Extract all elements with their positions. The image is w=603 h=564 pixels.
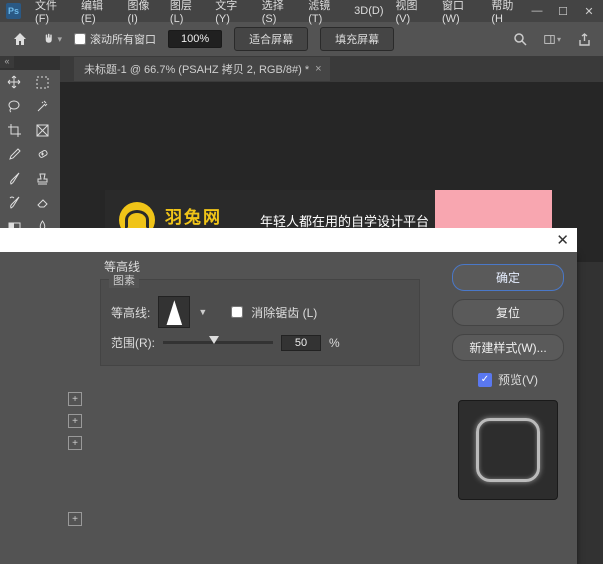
plus-icon[interactable]: +	[68, 414, 82, 428]
contour-thumbnail	[161, 299, 187, 325]
window-controls: — ☐ ✕	[529, 4, 597, 18]
stamp-tool-icon[interactable]	[28, 166, 56, 190]
plus-icon[interactable]: +	[68, 436, 82, 450]
eyedropper-tool-icon[interactable]	[0, 142, 28, 166]
chevron-down-icon: ▾	[557, 35, 561, 44]
fit-screen-button[interactable]: 适合屏幕	[234, 27, 308, 51]
close-icon[interactable]: ✕	[581, 4, 597, 18]
marquee-tool-icon[interactable]	[28, 70, 56, 94]
home-icon[interactable]	[10, 29, 30, 49]
hand-tool-icon[interactable]: ▾	[42, 29, 62, 49]
preview-label: 预览(V)	[498, 371, 538, 388]
dialog-titlebar: ✕	[0, 228, 577, 252]
maximize-icon[interactable]: ☐	[555, 4, 571, 18]
style-list-item[interactable]: +	[0, 410, 90, 432]
antialias-checkbox[interactable]	[231, 306, 243, 318]
close-tab-icon[interactable]: ×	[315, 63, 321, 75]
document-tabs: 未标题-1 @ 66.7% (PSAHZ 拷贝 2, RGB/8#) * ×	[60, 56, 603, 82]
chevron-down-icon: ▾	[57, 34, 62, 45]
preview-checkbox[interactable]: ✓	[478, 373, 492, 387]
fill-screen-button[interactable]: 填充屏幕	[320, 27, 394, 51]
menu-image[interactable]: 图像(I)	[121, 0, 163, 25]
dialog-right-panel: 确定 复位 新建样式(W)... ✓ 预览(V)	[449, 264, 567, 500]
toolbox-collapse-icon[interactable]: «	[0, 56, 14, 68]
frame-tool-icon[interactable]	[28, 118, 56, 142]
plus-icon[interactable]: +	[68, 512, 82, 526]
banner-slogan: 年轻人都在用的自学设计平台	[260, 211, 429, 230]
slider-thumb-icon[interactable]	[209, 336, 219, 344]
preview-shape	[476, 418, 540, 482]
section-title: 等高线	[104, 258, 430, 275]
antialias-label: 消除锯齿 (L)	[251, 304, 317, 321]
scroll-all-windows-checkbox[interactable]: 滚动所有窗口	[74, 31, 156, 47]
style-list-item[interactable]: +	[0, 508, 90, 530]
style-list-item[interactable]: +	[0, 432, 90, 454]
banner-brand: 羽兔网	[165, 203, 236, 228]
lasso-tool-icon[interactable]	[0, 94, 28, 118]
menu-filter[interactable]: 滤镜(T)	[302, 0, 348, 25]
range-unit: %	[329, 336, 340, 350]
style-list-item[interactable]: +	[0, 388, 90, 410]
menu-window[interactable]: 窗口(W)	[436, 0, 485, 25]
layer-style-dialog: ✕ + + + + 等高线 图素 等高线: ▼ 消除锯齿 (L) 范围(R):	[0, 252, 577, 564]
chevron-down-icon[interactable]: ▼	[198, 307, 207, 317]
style-preview	[458, 400, 558, 500]
app-logo: Ps	[6, 3, 21, 19]
elements-fieldset: 图素 等高线: ▼ 消除锯齿 (L) 范围(R): 50 %	[100, 279, 420, 366]
search-icon[interactable]	[511, 30, 529, 48]
menu-3d[interactable]: 3D(D)	[348, 5, 389, 17]
menu-view[interactable]: 视图(V)	[390, 0, 437, 25]
scroll-all-label: 滚动所有窗口	[90, 31, 156, 47]
new-style-button[interactable]: 新建样式(W)...	[452, 334, 564, 361]
workspace-icon[interactable]: ▾	[543, 30, 561, 48]
minimize-icon[interactable]: —	[529, 4, 545, 18]
scroll-all-checkbox[interactable]	[74, 33, 86, 45]
ok-button[interactable]: 确定	[452, 264, 564, 291]
menu-select[interactable]: 选择(S)	[256, 0, 303, 25]
history-brush-tool-icon[interactable]	[0, 190, 28, 214]
menu-type[interactable]: 文字(Y)	[209, 0, 256, 25]
range-slider[interactable]	[163, 341, 273, 344]
plus-icon[interactable]: +	[68, 392, 82, 406]
move-tool-icon[interactable]	[0, 70, 28, 94]
range-label: 范围(R):	[111, 334, 155, 351]
reset-button[interactable]: 复位	[452, 299, 564, 326]
toolbox	[0, 70, 60, 238]
fieldset-legend: 图素	[109, 272, 139, 288]
dialog-close-icon[interactable]: ✕	[556, 231, 569, 249]
menu-bar: Ps 文件(F) 编辑(E) 图像(I) 图层(L) 文字(Y) 选择(S) 滤…	[0, 0, 603, 22]
dialog-left-panel: + + + +	[0, 258, 90, 564]
menu-layer[interactable]: 图层(L)	[164, 0, 209, 25]
options-right-tools: ▾	[511, 30, 593, 48]
healing-tool-icon[interactable]	[28, 142, 56, 166]
menu-file[interactable]: 文件(F)	[29, 0, 75, 25]
preview-toggle[interactable]: ✓ 预览(V)	[478, 371, 538, 388]
dialog-content: 等高线 图素 等高线: ▼ 消除锯齿 (L) 范围(R): 50 %	[100, 258, 430, 366]
options-bar: ▾ 滚动所有窗口 100% 适合屏幕 填充屏幕 ▾	[0, 22, 603, 56]
menu-edit[interactable]: 编辑(E)	[75, 0, 122, 25]
magic-wand-tool-icon[interactable]	[28, 94, 56, 118]
document-tab-title: 未标题-1 @ 66.7% (PSAHZ 拷贝 2, RGB/8#) *	[84, 61, 309, 77]
share-icon[interactable]	[575, 30, 593, 48]
contour-label: 等高线:	[111, 304, 150, 321]
menu-help[interactable]: 帮助(H	[485, 0, 529, 25]
eraser-tool-icon[interactable]	[28, 190, 56, 214]
brush-tool-icon[interactable]	[0, 166, 28, 190]
contour-picker[interactable]	[158, 296, 190, 328]
zoom-level[interactable]: 100%	[168, 30, 222, 48]
crop-tool-icon[interactable]	[0, 118, 28, 142]
range-value-input[interactable]: 50	[281, 335, 321, 351]
document-tab[interactable]: 未标题-1 @ 66.7% (PSAHZ 拷贝 2, RGB/8#) * ×	[74, 57, 330, 81]
